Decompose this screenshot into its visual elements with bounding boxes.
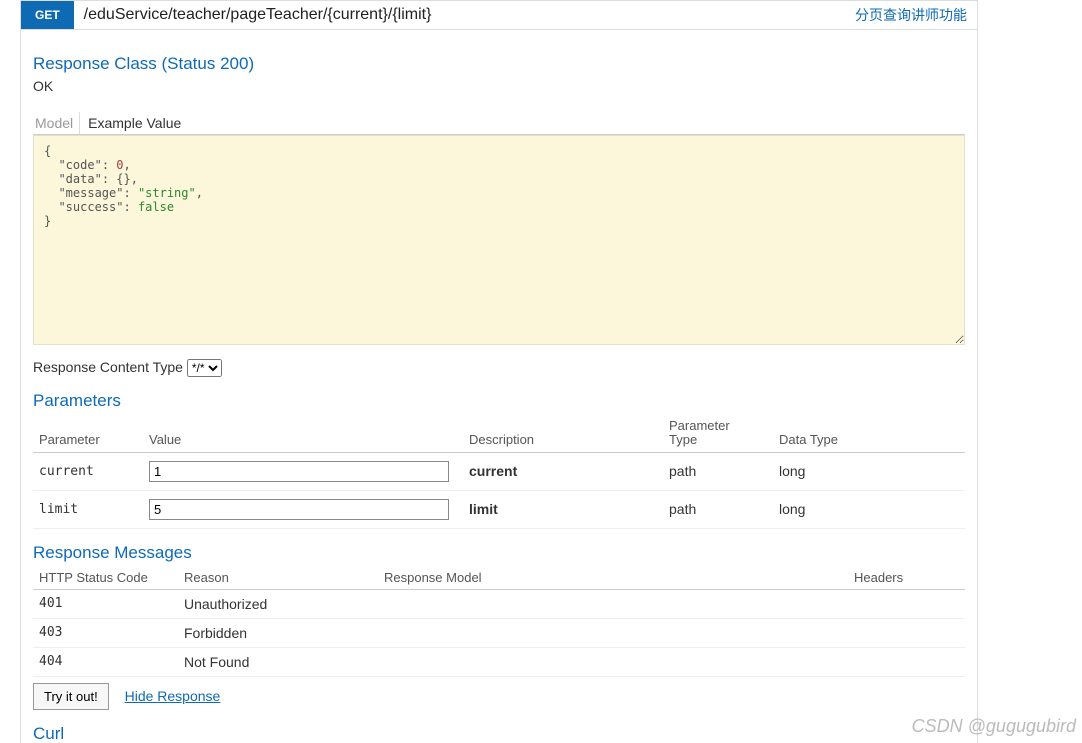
response-messages-title: Response Messages <box>33 543 965 563</box>
param-value-input-limit[interactable] <box>149 499 449 520</box>
reason: Unauthorized <box>178 589 378 618</box>
param-datatype: long <box>773 490 965 528</box>
param-name: limit <box>33 490 143 528</box>
try-it-out-button[interactable]: Try it out! <box>33 683 109 710</box>
param-datatype: long <box>773 452 965 490</box>
param-name: current <box>33 452 143 490</box>
table-row: limit limit path long <box>33 490 965 528</box>
response-class-title: Response Class (Status 200) <box>33 54 965 74</box>
parameters-title: Parameters <box>33 391 965 411</box>
response-tabs: ModelExample Value <box>33 112 965 135</box>
param-description: current <box>463 452 663 490</box>
curl-title: Curl <box>33 724 965 743</box>
table-row: 403 Forbidden <box>33 618 965 647</box>
status-code: 404 <box>33 647 178 676</box>
reason: Not Found <box>178 647 378 676</box>
col-reason: Reason <box>178 567 378 590</box>
param-value-input-current[interactable] <box>149 461 449 482</box>
param-type: path <box>663 452 773 490</box>
response-content-type-select[interactable]: */* <box>187 359 222 377</box>
col-data-type: Data Type <box>773 415 965 452</box>
example-value-box[interactable]: { "code": 0, "data": {}, "message": "str… <box>33 135 965 345</box>
status-code: 401 <box>33 589 178 618</box>
status-code: 403 <box>33 618 178 647</box>
operation-header[interactable]: GET /eduService/teacher/pageTeacher/{cur… <box>21 1 977 30</box>
response-messages-table: HTTP Status Code Reason Response Model H… <box>33 567 965 677</box>
response-class-ok: OK <box>33 78 965 94</box>
tab-model[interactable]: Model <box>33 112 80 134</box>
operation-summary[interactable]: 分页查询讲师功能 <box>845 1 977 29</box>
tab-example-value[interactable]: Example Value <box>80 112 187 134</box>
table-row: 401 Unauthorized <box>33 589 965 618</box>
operation-panel: GET /eduService/teacher/pageTeacher/{cur… <box>20 0 978 743</box>
endpoint-path: /eduService/teacher/pageTeacher/{current… <box>74 1 845 29</box>
col-parameter-type: Parameter Type <box>663 415 773 452</box>
response-content-type-label: Response Content Type <box>33 359 183 375</box>
col-description: Description <box>463 415 663 452</box>
hide-response-link[interactable]: Hide Response <box>125 688 221 704</box>
actions-row: Try it out! Hide Response <box>33 683 965 710</box>
col-parameter: Parameter <box>33 415 143 452</box>
http-method-badge: GET <box>21 1 74 29</box>
param-type: path <box>663 490 773 528</box>
param-description: limit <box>463 490 663 528</box>
parameters-table: Parameter Value Description Parameter Ty… <box>33 415 965 529</box>
col-response-model: Response Model <box>378 567 848 590</box>
reason: Forbidden <box>178 618 378 647</box>
response-content-type-row: Response Content Type */* <box>33 359 965 377</box>
table-row: 404 Not Found <box>33 647 965 676</box>
col-status-code: HTTP Status Code <box>33 567 178 590</box>
operation-body: Response Class (Status 200) OK ModelExam… <box>21 30 977 743</box>
col-headers: Headers <box>848 567 965 590</box>
col-value: Value <box>143 415 463 452</box>
table-row: current current path long <box>33 452 965 490</box>
